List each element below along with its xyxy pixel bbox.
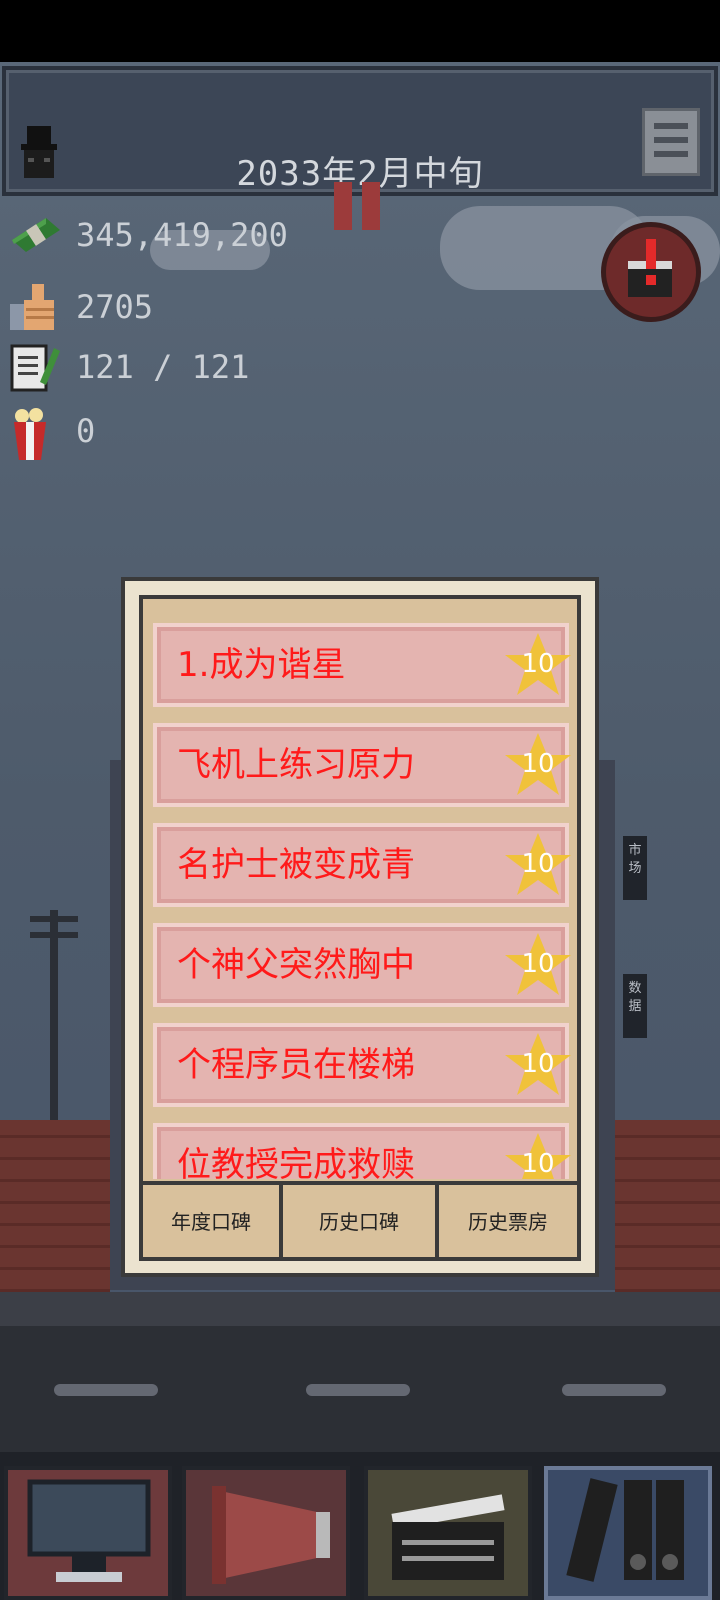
- utility-pole-bar: [30, 932, 78, 938]
- computer-monitor-icon: [27, 1479, 151, 1582]
- ranking-item-title: 名护士被变成青: [177, 845, 415, 885]
- ranking-item[interactable]: 位教授完成救赎 10: [153, 1123, 571, 1179]
- brick-wall-right: [615, 1120, 720, 1292]
- star-count: 10: [521, 1149, 555, 1179]
- star-badge: 10: [503, 927, 573, 1003]
- menu-line: [654, 137, 688, 143]
- lane-marking: [54, 1384, 158, 1396]
- ranking-item[interactable]: 飞机上练习原力 10: [153, 723, 571, 807]
- star-badge: 10: [503, 827, 573, 903]
- thumbs-up-icon: [10, 282, 60, 334]
- status-bar: [0, 0, 720, 62]
- menu-button[interactable]: [642, 108, 700, 176]
- binders-icon: [566, 1478, 684, 1582]
- nav-production-button[interactable]: [364, 1466, 532, 1600]
- star-count: 10: [521, 749, 555, 779]
- star-badge: 10: [503, 1127, 573, 1179]
- lane-marking: [562, 1384, 666, 1396]
- megaphone-icon: [212, 1486, 330, 1584]
- ranking-list[interactable]: 1.成为谐星 10 飞机上练习原力 10 名护士被变成青 10 个神父突然胸中 …: [143, 599, 577, 1179]
- nav-computer-button[interactable]: [4, 1466, 172, 1600]
- brick-wall-left: [0, 1120, 110, 1292]
- cash-stack-icon: [10, 210, 60, 262]
- ranking-panel: 1.成为谐星 10 飞机上练习原力 10 名护士被变成青 10 个神父突然胸中 …: [121, 577, 599, 1277]
- top-bar: 2033年2月中旬: [2, 66, 718, 196]
- star-count: 10: [521, 1049, 555, 1079]
- pause-button[interactable]: [334, 182, 386, 230]
- ranking-item[interactable]: 1.成为谐星 10: [153, 623, 571, 707]
- scripts-value: 121 / 121: [76, 348, 250, 386]
- money-stat: 345,419,200: [10, 210, 310, 262]
- clapperboard-icon: [391, 1494, 505, 1580]
- ranking-item-title: 飞机上练习原力: [177, 745, 415, 785]
- tab-annual-reputation[interactable]: 年度口碑: [143, 1185, 283, 1257]
- sign-market[interactable]: 市场: [623, 836, 647, 900]
- star-badge: 10: [503, 627, 573, 703]
- utility-pole: [50, 910, 58, 1120]
- pause-bar: [362, 182, 380, 230]
- star-count: 10: [521, 849, 555, 879]
- tab-historical-box-office[interactable]: 历史票房: [435, 1185, 577, 1257]
- ranking-item-title: 个神父突然胸中: [177, 945, 415, 985]
- star-badge: 10: [503, 1027, 573, 1103]
- ranking-panel-body: 1.成为谐星 10 飞机上练习原力 10 名护士被变成青 10 个神父突然胸中 …: [139, 595, 581, 1261]
- star-badge: 10: [503, 727, 573, 803]
- popcorn-value: 0: [76, 412, 96, 450]
- likes-stat: 2705: [10, 282, 310, 334]
- ranking-item-title: 1.成为谐星: [177, 645, 346, 685]
- likes-value: 2705: [76, 288, 154, 326]
- pause-bar: [334, 182, 352, 230]
- ranking-item[interactable]: 个神父突然胸中 10: [153, 923, 571, 1007]
- ranking-item[interactable]: 名护士被变成青 10: [153, 823, 571, 907]
- menu-line: [654, 151, 688, 157]
- nav-archive-button[interactable]: [544, 1466, 712, 1600]
- popcorn-stat: 0: [10, 406, 310, 460]
- tab-historical-reputation[interactable]: 历史口碑: [283, 1185, 435, 1257]
- scripts-stat: 121 / 121: [10, 342, 310, 394]
- ranking-tabs: 年度口碑 历史口碑 历史票房: [143, 1181, 577, 1257]
- money-value: 345,419,200: [76, 216, 288, 254]
- sidewalk: [0, 1292, 720, 1326]
- ranking-item[interactable]: 个程序员在楼梯 10: [153, 1023, 571, 1107]
- notepad-pencil-icon: [10, 342, 60, 394]
- sign-data[interactable]: 数据: [623, 974, 647, 1038]
- star-count: 10: [521, 949, 555, 979]
- ranking-item-title: 个程序员在楼梯: [177, 1045, 415, 1085]
- menu-line: [654, 123, 688, 129]
- clapperboard-alert-icon[interactable]: [601, 222, 701, 322]
- star-count: 10: [521, 649, 555, 679]
- ranking-item-title: 位教授完成救赎: [177, 1145, 415, 1179]
- lane-marking: [306, 1384, 410, 1396]
- utility-pole-bar: [30, 916, 78, 922]
- nav-marketing-button[interactable]: [182, 1466, 350, 1600]
- popcorn-icon: [10, 406, 60, 460]
